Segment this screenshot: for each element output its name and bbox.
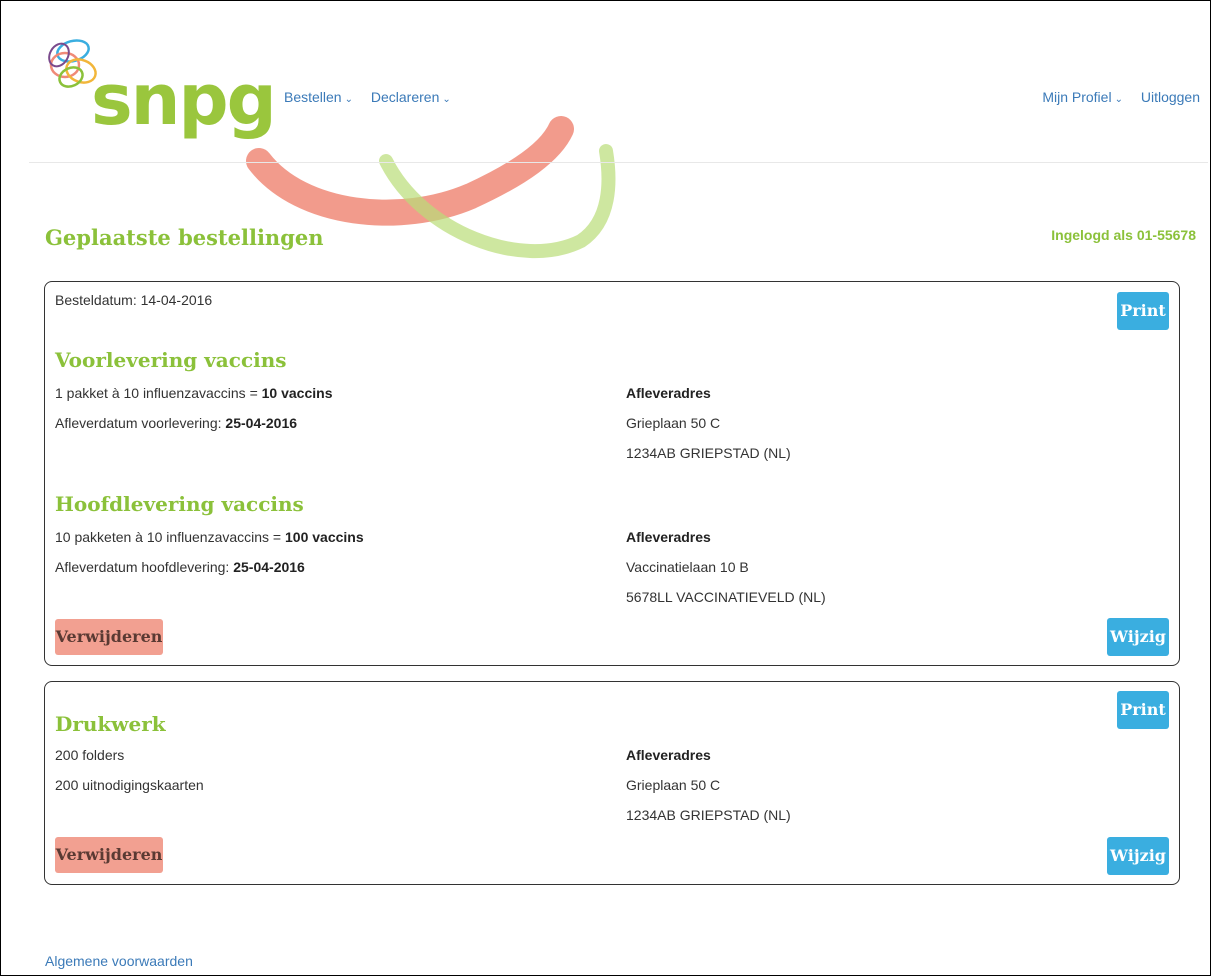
chevron-down-icon: ⌄ (344, 94, 353, 105)
address-title-text: Afleveradres (626, 385, 711, 401)
delete-button[interactable]: Verwijderen (55, 619, 163, 655)
nav-declareren-label: Declareren (370, 89, 440, 105)
address-line-1: Grieplaan 50 C (626, 415, 721, 431)
order-card: Print Drukwerk 200 folders 200 uitnodigi… (44, 681, 1180, 885)
address-line-1: Vaccinatielaan 10 B (626, 559, 749, 575)
drukwerk-item: 200 folders (55, 747, 125, 763)
quantity-total: 10 vaccins (261, 385, 333, 401)
logout-label: Uitloggen (1140, 89, 1200, 105)
address-title: Afleveradres (626, 529, 711, 545)
nav-bestellen[interactable]: Bestellen ⌄ (284, 89, 353, 105)
voorlevering-date: Afleverdatum voorlevering: 25-04-2016 (55, 415, 297, 431)
page-title: Geplaatste bestellingen (45, 225, 324, 250)
section-title-voorlevering: Voorlevering vaccins (55, 348, 287, 372)
address-title: Afleveradres (626, 747, 711, 763)
edit-button[interactable]: Wijzig (1107, 618, 1169, 656)
date-label: Afleverdatum voorlevering: (55, 415, 226, 431)
quantity-text: 1 pakket à 10 influenzavaccins = (55, 385, 262, 401)
chevron-down-icon: ⌄ (1114, 94, 1123, 105)
logout-link[interactable]: Uitloggen (1141, 89, 1200, 105)
terms-link[interactable]: Algemene voorwaarden (45, 953, 193, 969)
edit-button[interactable]: Wijzig (1107, 837, 1169, 875)
brand-wordmark: snpg (91, 59, 277, 141)
hoofdlevering-quantity: 10 pakketen à 10 influenzavaccins = 100 … (55, 529, 364, 545)
print-button[interactable]: Print (1117, 292, 1169, 330)
header-divider (29, 162, 1208, 163)
date-value: 25-04-2016 (233, 559, 305, 575)
address-line-2: 5678LL VACCINATIEVELD (NL) (626, 589, 826, 605)
address-line-2: 1234AB GRIEPSTAD (NL) (626, 445, 791, 461)
main-nav: Bestellen ⌄ Declareren ⌄ (284, 89, 465, 105)
order-card: Besteldatum: 14-04-2016 Print Voorleveri… (44, 281, 1180, 666)
address-line-1: Grieplaan 50 C (626, 777, 721, 793)
section-title-drukwerk: Drukwerk (55, 712, 166, 736)
nav-bestellen-label: Bestellen (284, 89, 342, 105)
print-button[interactable]: Print (1117, 691, 1169, 729)
nav-mijn-profiel-label: Mijn Profiel (1042, 89, 1112, 105)
quantity-total: 100 vaccins (285, 529, 364, 545)
date-value: 25-04-2016 (225, 415, 298, 431)
section-title-hoofdlevering: Hoofdlevering vaccins (55, 492, 304, 516)
address-title-text: Afleveradres (626, 747, 711, 763)
nav-mijn-profiel[interactable]: Mijn Profiel ⌄ (1042, 89, 1123, 105)
user-nav: Mijn Profiel ⌄ Uitloggen (1042, 89, 1200, 105)
delete-button[interactable]: Verwijderen (55, 837, 163, 873)
order-date: Besteldatum: 14-04-2016 (55, 292, 213, 308)
chevron-down-icon: ⌄ (442, 94, 451, 105)
drukwerk-item: 200 uitnodigingskaarten (55, 777, 204, 793)
hoofdlevering-date: Afleverdatum hoofdlevering: 25-04-2016 (55, 559, 305, 575)
quantity-text: 10 pakketen à 10 influenzavaccins = (55, 529, 285, 545)
voorlevering-quantity: 1 pakket à 10 influenzavaccins = 10 vacc… (55, 385, 332, 401)
nav-declareren[interactable]: Declareren ⌄ (371, 89, 451, 105)
address-line-2: 1234AB GRIEPSTAD (NL) (626, 807, 791, 823)
logged-in-status: Ingelogd als 01-55678 (1051, 227, 1196, 243)
address-title: Afleveradres (626, 385, 711, 401)
address-title-text: Afleveradres (626, 529, 711, 545)
date-label: Afleverdatum hoofdlevering: (55, 559, 234, 575)
